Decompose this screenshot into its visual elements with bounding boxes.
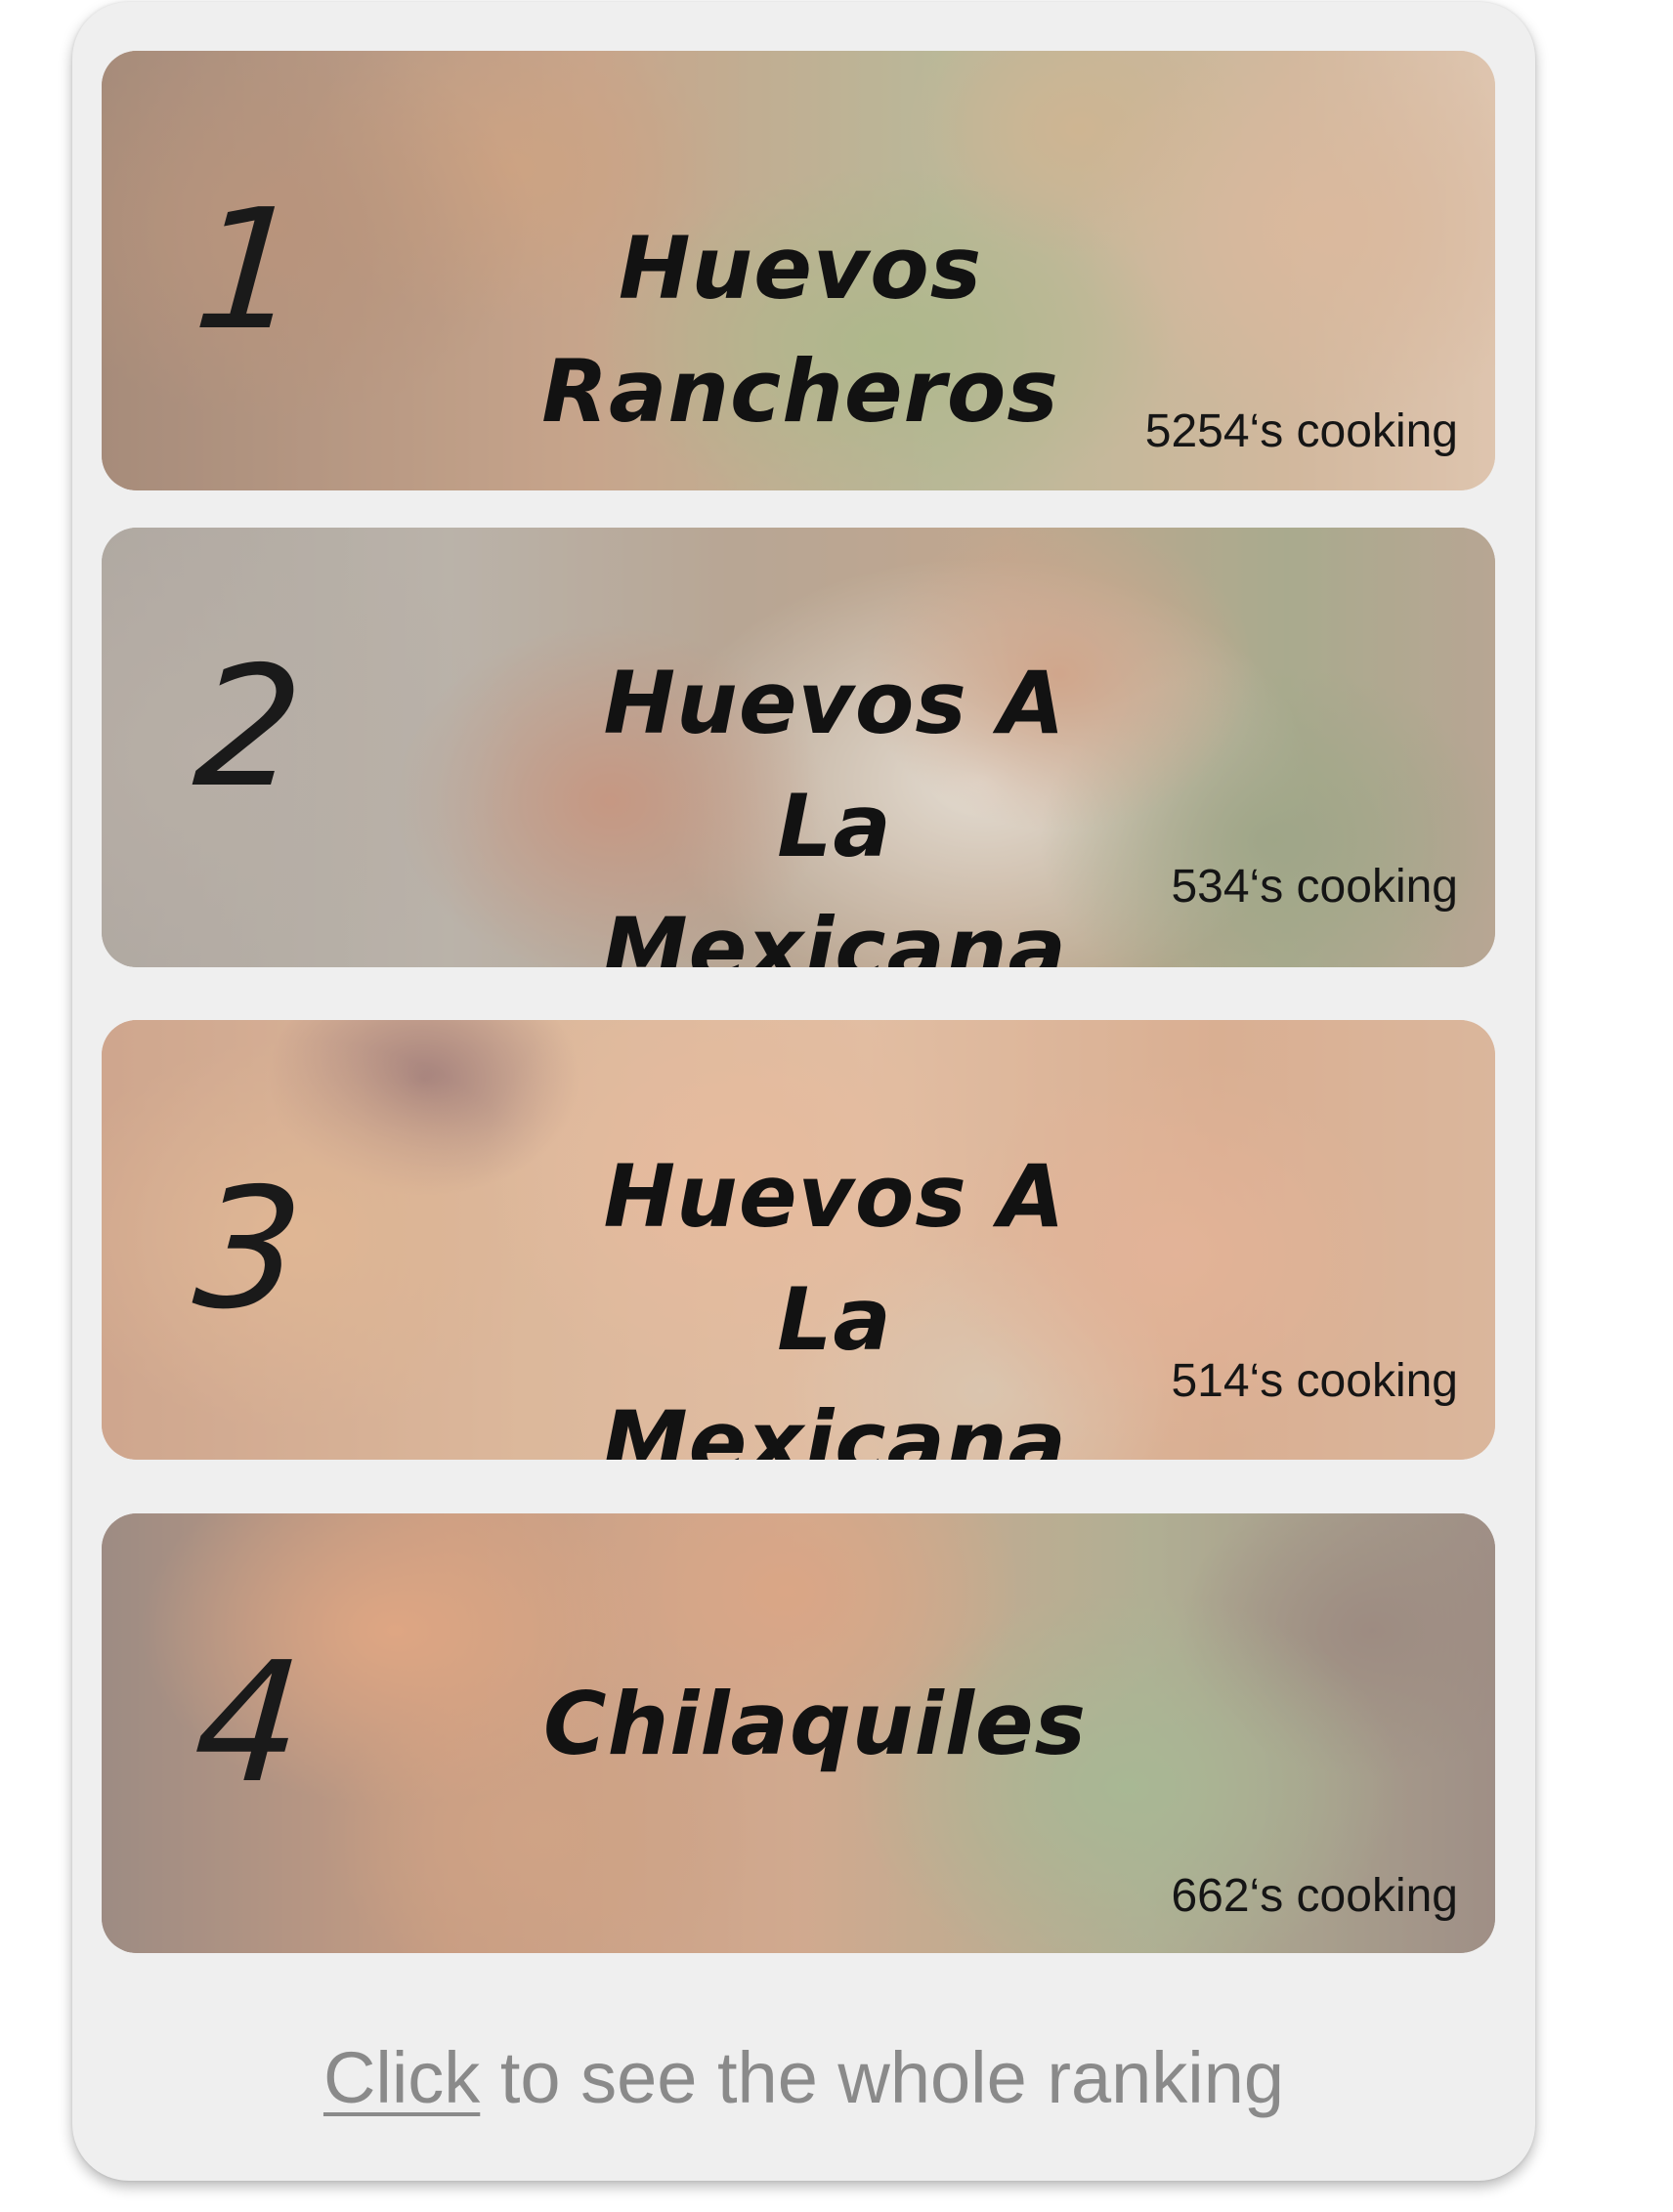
ranking-card-4[interactable]: 4 Chilaquiles 662‘s cooking — [102, 1513, 1495, 1953]
rank-number: 2 — [189, 631, 309, 825]
dish-title: Huevos Rancheros — [541, 218, 1059, 442]
see-ranking-text: to see the whole ranking — [480, 2037, 1285, 2118]
ranking-card-2[interactable]: 2 Huevos A La Mexicana 534‘s cooking — [102, 528, 1495, 967]
dish-title: Huevos A La Mexicana — [602, 1146, 1067, 1460]
see-full-ranking: Click to see the whole ranking — [72, 2036, 1535, 2119]
cooking-count: 534‘s cooking — [1171, 861, 1458, 913]
dish-title: Chilaquiles — [543, 1674, 1087, 1774]
rank-number: 3 — [189, 1153, 309, 1346]
rank-number: 1 — [189, 174, 309, 367]
cooking-count: 662‘s cooking — [1171, 1870, 1458, 1922]
rank-number: 4 — [189, 1627, 309, 1820]
see-ranking-link[interactable]: Click — [323, 2037, 480, 2118]
ranking-card-3[interactable]: 3 Huevos A La Mexicana 514‘s cooking — [102, 1020, 1495, 1460]
ranking-card-1[interactable]: 1 Huevos Rancheros 5254‘s cooking — [102, 51, 1495, 490]
dish-title: Huevos A La Mexicana — [602, 653, 1067, 967]
cooking-count: 5254‘s cooking — [1144, 405, 1458, 457]
cooking-count: 514‘s cooking — [1171, 1355, 1458, 1407]
